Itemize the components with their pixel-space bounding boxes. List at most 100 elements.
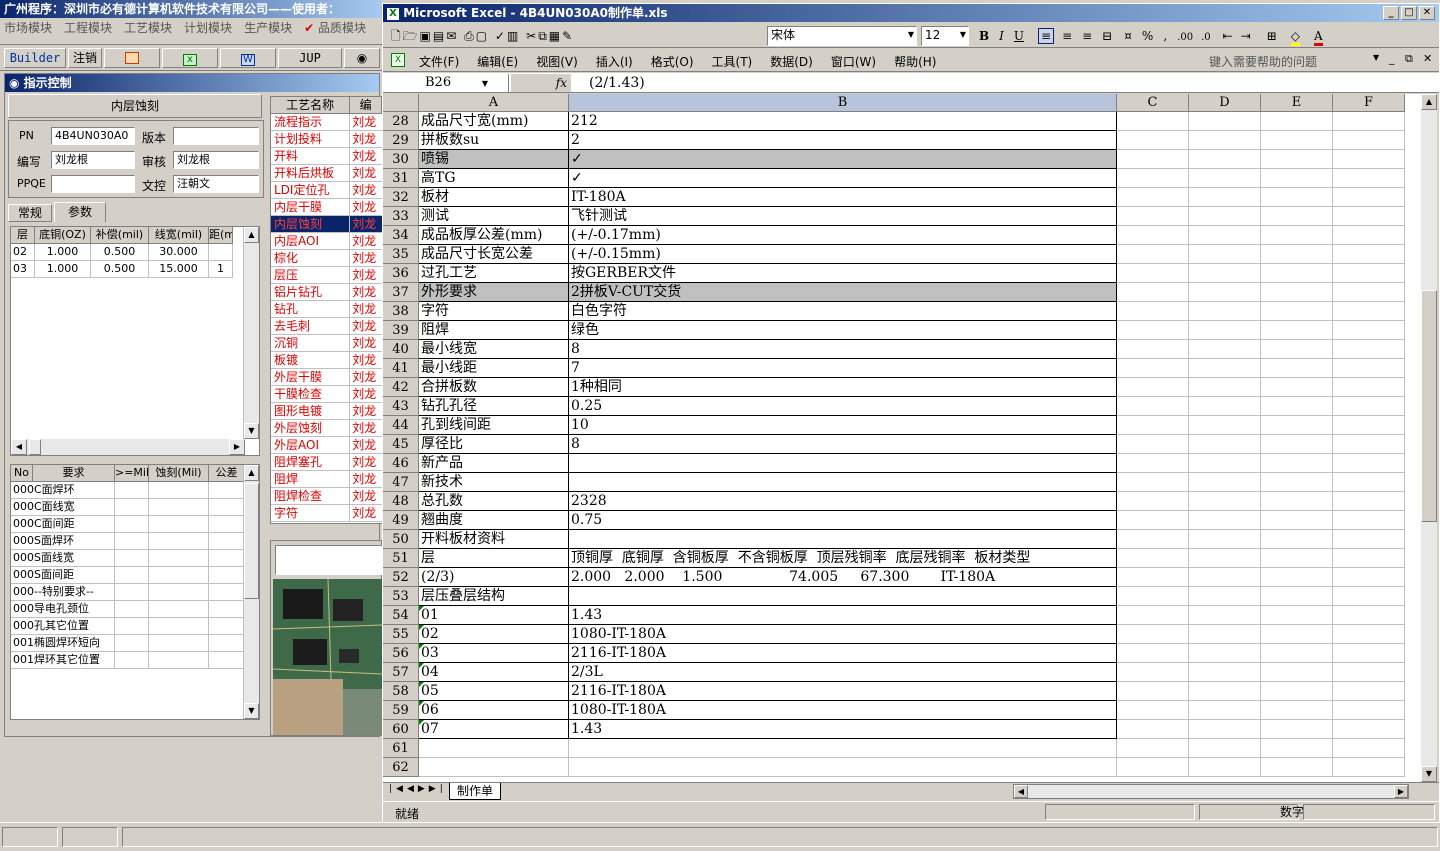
empty-cell[interactable]	[1189, 625, 1261, 644]
row-header[interactable]: 59	[383, 701, 419, 720]
chevron-down-icon[interactable]: ▼	[1373, 53, 1379, 62]
req-cell[interactable]	[209, 635, 245, 652]
menu-item[interactable]: 帮助(H)	[894, 55, 936, 69]
font-size-select[interactable]: 12 ▼	[921, 26, 969, 46]
empty-cell[interactable]	[1333, 283, 1405, 302]
cell-a[interactable]: 高TG	[419, 169, 569, 188]
empty-cell[interactable]	[1333, 492, 1405, 511]
row-header[interactable]: 42	[383, 378, 419, 397]
menu-production[interactable]: 生产模块	[244, 19, 292, 37]
cell-a[interactable]: 喷锡	[419, 150, 569, 169]
table-cell[interactable]: 03	[11, 261, 35, 278]
req-cell[interactable]: 000导电孔颈位	[11, 601, 115, 618]
menu-item[interactable]: 格式(O)	[651, 55, 694, 69]
empty-cell[interactable]	[1261, 758, 1333, 777]
empty-cell[interactable]	[1117, 321, 1189, 340]
row-header[interactable]: 36	[383, 264, 419, 283]
empty-cell[interactable]	[1189, 112, 1261, 131]
req-cell[interactable]	[149, 550, 209, 567]
table-row[interactable]: 000C面线宽	[11, 499, 259, 516]
empty-cell[interactable]	[1117, 758, 1189, 777]
row-header[interactable]: 45	[383, 435, 419, 454]
permission-icon[interactable]: ▤	[433, 29, 446, 43]
version-field[interactable]	[173, 127, 259, 145]
empty-cell[interactable]	[1261, 644, 1333, 663]
empty-cell[interactable]	[1117, 568, 1189, 587]
cell-b[interactable]: ✓	[569, 150, 1117, 169]
empty-cell[interactable]	[1333, 511, 1405, 530]
row-header[interactable]: 54	[383, 606, 419, 625]
cell-a[interactable]: 最小线宽	[419, 340, 569, 359]
layer-col-header[interactable]: 线宽(mil)	[149, 227, 209, 244]
doc-minimize-icon[interactable]: _	[1389, 52, 1395, 65]
row-header[interactable]: 52	[383, 568, 419, 587]
row-header[interactable]: 30	[383, 150, 419, 169]
empty-cell[interactable]	[1189, 245, 1261, 264]
increase-decimal-icon[interactable]: .00	[1177, 32, 1193, 43]
increase-indent-icon[interactable]: ⇥	[1241, 29, 1251, 43]
cell-a[interactable]: 01	[419, 606, 569, 625]
table-cell[interactable]: 1	[209, 261, 233, 278]
empty-cell[interactable]	[1117, 663, 1189, 682]
req-cell[interactable]	[149, 601, 209, 618]
empty-cell[interactable]	[1189, 264, 1261, 283]
process-item[interactable]: 外层蚀刻 刘龙	[271, 420, 382, 437]
req-cell[interactable]	[209, 533, 245, 550]
empty-cell[interactable]	[1117, 511, 1189, 530]
empty-cell[interactable]	[1189, 435, 1261, 454]
word-export-button[interactable]: W	[220, 48, 276, 68]
cell-a[interactable]: 厚径比	[419, 435, 569, 454]
empty-cell[interactable]	[1117, 150, 1189, 169]
menu-item[interactable]: 工具(T)	[712, 55, 753, 69]
cell-a[interactable]: 总孔数	[419, 492, 569, 511]
sheet-vscrollbar[interactable]: ▲ ▼	[1421, 94, 1437, 782]
cell-b[interactable]: 8	[569, 435, 1117, 454]
row-header[interactable]: 48	[383, 492, 419, 511]
empty-cell[interactable]	[1189, 682, 1261, 701]
cell-b[interactable]: 1.43	[569, 720, 1117, 739]
empty-cell[interactable]	[1117, 283, 1189, 302]
cell-a[interactable]: 05	[419, 682, 569, 701]
process-item[interactable]: 开料 刘龙	[271, 148, 382, 165]
empty-cell[interactable]	[1117, 226, 1189, 245]
empty-cell[interactable]	[1117, 473, 1189, 492]
empty-cell[interactable]	[1333, 701, 1405, 720]
empty-cell[interactable]	[1333, 720, 1405, 739]
empty-cell[interactable]	[1333, 663, 1405, 682]
row-header[interactable]: 35	[383, 245, 419, 264]
row-header[interactable]: 50	[383, 530, 419, 549]
sheet-hscrollbar[interactable]: ◀ ▶	[1013, 784, 1409, 799]
cell-b[interactable]: 白色字符	[569, 302, 1117, 321]
doc-restore-icon[interactable]: ⧉	[1405, 52, 1413, 66]
empty-cell[interactable]	[1117, 587, 1189, 606]
table-row[interactable]: 03 1.000 0.500 15.000 1	[11, 261, 259, 278]
empty-cell[interactable]	[1117, 131, 1189, 150]
req-cell[interactable]	[115, 499, 149, 516]
process-item[interactable]: 沉铜 刘龙	[271, 335, 382, 352]
empty-cell[interactable]	[1261, 416, 1333, 435]
empty-cell[interactable]	[1189, 568, 1261, 587]
cell-a[interactable]: 成品板厚公差(mm)	[419, 226, 569, 245]
empty-cell[interactable]	[1333, 739, 1405, 758]
req-cell[interactable]	[149, 652, 209, 669]
table-row[interactable]: 000S面间距	[11, 567, 259, 584]
process-item[interactable]: 流程指示 刘龙	[271, 114, 382, 131]
scroll-down-icon[interactable]: ▼	[244, 423, 259, 439]
row-header[interactable]: 28	[383, 112, 419, 131]
merge-icon[interactable]: ⊟	[1102, 29, 1112, 43]
empty-cell[interactable]	[1189, 739, 1261, 758]
empty-cell[interactable]	[1117, 378, 1189, 397]
fx-icon[interactable]: fx	[511, 74, 571, 92]
empty-cell[interactable]	[1117, 359, 1189, 378]
layer-col-header[interactable]: 补偿(mil)	[91, 227, 149, 244]
empty-cell[interactable]	[1189, 340, 1261, 359]
scroll-down-icon[interactable]: ▼	[1421, 766, 1437, 782]
empty-cell[interactable]	[1261, 321, 1333, 340]
empty-cell[interactable]	[1333, 568, 1405, 587]
cell-b[interactable]: (+/-0.17mm)	[569, 226, 1117, 245]
cell-a[interactable]: 翘曲度	[419, 511, 569, 530]
cell-a[interactable]: 06	[419, 701, 569, 720]
empty-cell[interactable]	[1117, 625, 1189, 644]
req-cell[interactable]: 000--特别要求--	[11, 584, 115, 601]
print-icon[interactable]: ⎙	[464, 29, 476, 43]
